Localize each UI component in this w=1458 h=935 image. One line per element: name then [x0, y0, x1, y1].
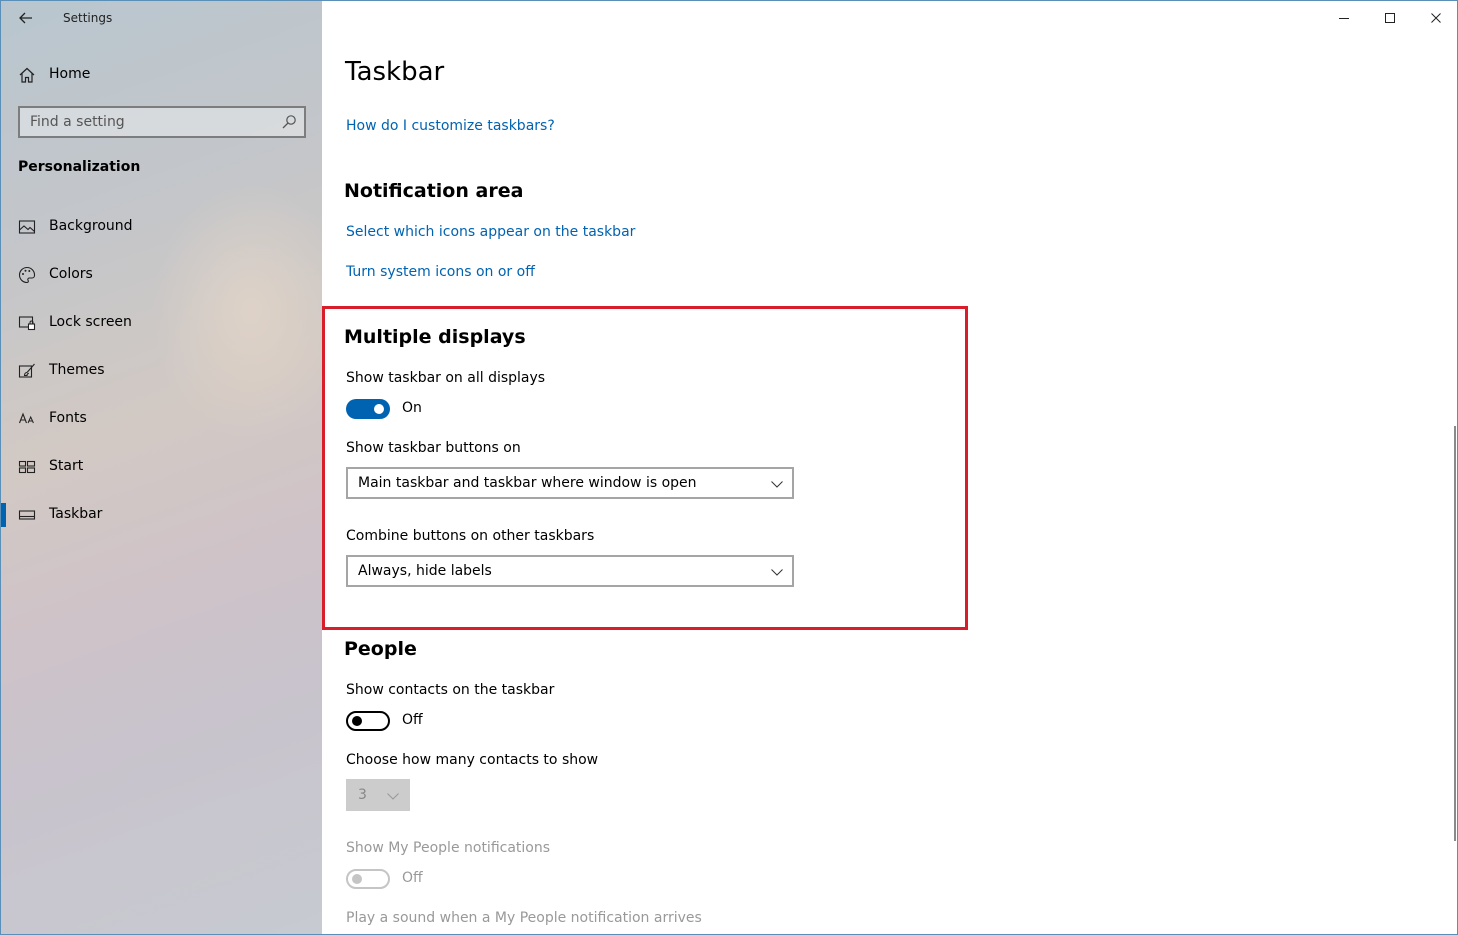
buttons-on-label: Show taskbar buttons on	[346, 440, 521, 456]
customize-help-link[interactable]: How do I customize taskbars?	[346, 118, 555, 134]
font-icon	[18, 412, 34, 424]
toggle-knob	[352, 874, 362, 884]
app-title: Settings	[63, 11, 113, 25]
show-all-displays-toggle[interactable]	[346, 399, 390, 419]
brush-icon	[18, 363, 35, 378]
contacts-count-label: Choose how many contacts to show	[346, 752, 599, 768]
maximize-icon	[1385, 13, 1395, 23]
picture-icon	[18, 220, 36, 234]
search-input[interactable]	[20, 108, 270, 136]
buttons-on-dropdown[interactable]: Main taskbar and taskbar where window is…	[346, 467, 794, 499]
dropdown-value: Always, hide labels	[358, 563, 492, 579]
chevron-down-icon	[387, 793, 399, 800]
maximize-button[interactable]	[1367, 1, 1413, 35]
people-notifications-toggle	[346, 869, 390, 889]
show-contacts-toggle[interactable]	[346, 711, 390, 731]
close-button[interactable]	[1413, 1, 1457, 35]
select-icons-link[interactable]: Select which icons appear on the taskbar	[346, 224, 635, 240]
search-box	[18, 106, 306, 138]
lock-screen-icon	[18, 316, 36, 331]
combine-buttons-dropdown[interactable]: Always, hide labels	[346, 555, 794, 587]
chevron-down-icon	[771, 481, 783, 488]
dropdown-value: 3	[358, 787, 367, 803]
sidebar-item-label: Fonts	[49, 410, 87, 426]
toggle-knob	[374, 404, 384, 414]
back-button[interactable]	[9, 5, 43, 31]
sidebar: Settings Home Personalization Background…	[1, 1, 351, 934]
combine-buttons-label: Combine buttons on other taskbars	[346, 528, 595, 544]
home-icon	[19, 67, 35, 83]
system-icons-link[interactable]: Turn system icons on or off	[346, 264, 535, 280]
sidebar-item-themes[interactable]: Themes	[1, 347, 322, 395]
page-title: Taskbar	[345, 57, 445, 87]
scrollbar[interactable]	[1454, 426, 1456, 841]
title-bar: Settings	[1, 1, 322, 35]
sidebar-item-colors[interactable]: Colors	[1, 251, 322, 299]
sidebar-item-taskbar[interactable]: Taskbar	[1, 491, 322, 539]
sidebar-item-label: Background	[49, 218, 133, 234]
contacts-count-dropdown: 3	[346, 779, 410, 811]
search-icon[interactable]	[281, 114, 297, 130]
minimize-button[interactable]	[1321, 1, 1367, 35]
taskbar-icon	[18, 510, 36, 520]
people-notifications-label: Show My People notifications	[346, 840, 551, 856]
sidebar-nav: Background Colors Lock screen Themes Fon…	[1, 203, 322, 539]
people-sound-label: Play a sound when a My People notificati…	[346, 910, 702, 926]
palette-icon	[19, 266, 36, 284]
dropdown-value: Main taskbar and taskbar where window is…	[358, 475, 697, 491]
sidebar-item-label: Home	[49, 66, 91, 82]
content-pane: Taskbar How do I customize taskbars? Not…	[322, 1, 1457, 934]
sidebar-item-label: Lock screen	[49, 314, 132, 330]
sidebar-item-label: Start	[49, 458, 84, 474]
show-all-displays-state: On	[402, 400, 422, 416]
window-controls	[1321, 1, 1457, 35]
close-icon	[1431, 13, 1441, 23]
sidebar-item-fonts[interactable]: Fonts	[1, 395, 322, 443]
toggle-knob	[352, 716, 362, 726]
sidebar-item-label: Colors	[49, 266, 93, 282]
start-icon	[18, 460, 36, 474]
chevron-down-icon	[771, 569, 783, 576]
back-arrow-icon	[19, 12, 32, 24]
settings-window: Settings Home Personalization Background…	[0, 0, 1458, 935]
multiple-displays-heading: Multiple displays	[344, 326, 526, 348]
sidebar-item-lock-screen[interactable]: Lock screen	[1, 299, 322, 347]
show-all-displays-label: Show taskbar on all displays	[346, 370, 546, 386]
notification-area-heading: Notification area	[344, 180, 524, 202]
minimize-icon	[1339, 18, 1349, 19]
show-contacts-state: Off	[402, 712, 423, 728]
sidebar-item-label: Themes	[49, 362, 105, 378]
section-heading: Personalization	[18, 159, 141, 175]
people-notifications-state: Off	[402, 870, 423, 886]
show-contacts-label: Show contacts on the taskbar	[346, 682, 555, 698]
people-heading: People	[344, 638, 417, 660]
sidebar-item-label: Taskbar	[49, 506, 103, 522]
sidebar-item-start[interactable]: Start	[1, 443, 322, 491]
sidebar-item-home[interactable]: Home	[1, 57, 322, 93]
sidebar-item-background[interactable]: Background	[1, 203, 322, 251]
